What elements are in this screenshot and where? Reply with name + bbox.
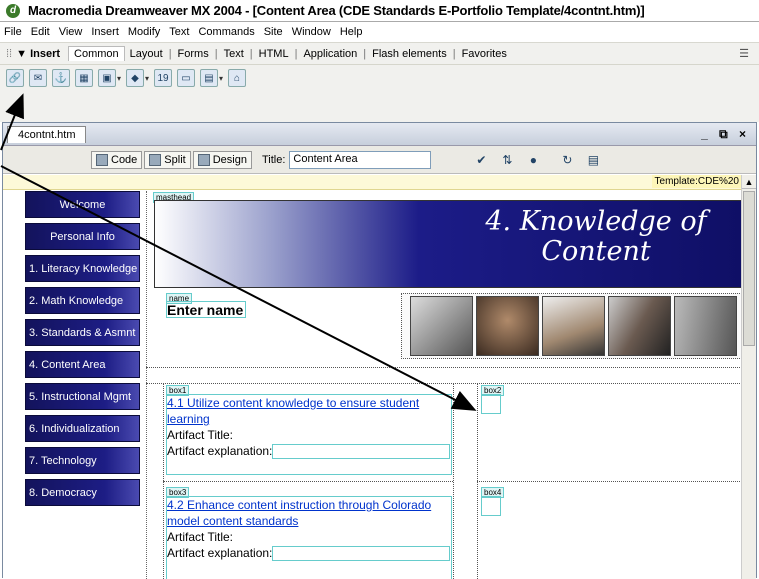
insert-tabs: ⁞⁞ ▼ Insert Common Layout | Forms | Text… xyxy=(0,43,759,65)
nav-item-standards[interactable]: 3. Standards & Asmnt xyxy=(25,319,140,346)
chevron-down-icon[interactable]: ▾ xyxy=(219,74,223,83)
menu-site[interactable]: Site xyxy=(264,26,283,38)
menu-modify[interactable]: Modify xyxy=(128,26,160,38)
menu-help[interactable]: Help xyxy=(340,26,363,38)
photo-student-reading xyxy=(674,296,737,356)
nav-item-democracy[interactable]: 8. Democracy xyxy=(25,479,140,506)
photo-strip xyxy=(401,293,742,359)
menu-window[interactable]: Window xyxy=(292,26,331,38)
template-icon[interactable]: ▤ xyxy=(200,69,219,87)
document-window: 4contnt.htm _ ⧉ × Code Split Design Titl… xyxy=(2,122,757,579)
menu-text[interactable]: Text xyxy=(169,26,189,38)
table-icon[interactable]: ▦ xyxy=(75,69,93,87)
design-view-button[interactable]: Design xyxy=(192,150,252,169)
box1-link[interactable]: 4.1 Utilize content knowledge to ensure … xyxy=(167,396,419,426)
named-anchor-icon[interactable]: ⚓ xyxy=(52,69,70,87)
tag-chooser-icon[interactable]: ⌂ xyxy=(228,69,247,87)
box3-explanation-field[interactable] xyxy=(272,546,451,562)
chevron-down-icon[interactable]: ▾ xyxy=(117,74,121,83)
code-view-button[interactable]: Code xyxy=(91,150,143,169)
hyperlink-icon[interactable]: 🔗 xyxy=(6,69,24,87)
tab-forms[interactable]: Forms xyxy=(173,47,214,61)
tab-application[interactable]: Application xyxy=(298,47,362,61)
box3-artifact-explanation: Artifact explanation: xyxy=(167,546,273,560)
split-icon xyxy=(149,153,162,166)
insert-bar: ⁞⁞ ▼ Insert Common Layout | Forms | Text… xyxy=(0,42,759,122)
photo-teacher-class xyxy=(542,296,605,356)
preview-browser-icon[interactable]: ● xyxy=(523,151,543,169)
masthead-title: 4. Knowledge of Content xyxy=(485,206,707,267)
nav-item-welcome[interactable]: Welcome xyxy=(25,191,140,218)
side-navigation: Welcome Personal Info 1. Literacy Knowle… xyxy=(25,191,140,511)
tab-favorites[interactable]: Favorites xyxy=(457,47,512,61)
dreamweaver-logo-icon: d xyxy=(6,3,20,18)
nav-item-technology[interactable]: 7. Technology xyxy=(25,447,140,474)
comment-icon[interactable]: ▭ xyxy=(177,69,196,87)
title-label: Title: xyxy=(261,153,286,166)
box1-artifact-explanation: Artifact explanation: xyxy=(167,444,273,458)
title-input[interactable]: Content Area xyxy=(289,150,432,169)
box4-region[interactable] xyxy=(481,496,501,516)
box3-link[interactable]: 4.2 Enhance content instruction through … xyxy=(167,498,431,528)
media-icon[interactable]: ◆ xyxy=(126,69,145,87)
photo-student-portrait xyxy=(476,296,539,356)
nav-item-content-area[interactable]: 4. Content Area xyxy=(25,351,140,378)
tab-layout[interactable]: Layout xyxy=(125,47,168,61)
vertical-scrollbar[interactable]: ▲ xyxy=(741,175,756,579)
nav-item-math[interactable]: 2. Math Knowledge xyxy=(25,287,140,314)
tab-html[interactable]: HTML xyxy=(254,47,294,61)
panel-options-icon[interactable]: ☰ xyxy=(739,47,749,60)
scrollbar-thumb[interactable] xyxy=(743,191,755,346)
box3-region: 4.2 Enhance content instruction through … xyxy=(167,497,451,562)
tab-flash-elements[interactable]: Flash elements xyxy=(367,47,452,61)
document-tab[interactable]: 4contnt.htm xyxy=(7,125,87,143)
photo-students-desk xyxy=(608,296,671,356)
window-controls[interactable]: _ ⧉ × xyxy=(701,127,750,142)
name-text: Enter name xyxy=(167,302,244,318)
title-bar: d Macromedia Dreamweaver MX 2004 - [Cont… xyxy=(0,0,759,22)
code-icon xyxy=(96,153,108,166)
template-bar: Template:CDE%20 xyxy=(3,175,742,190)
tab-text[interactable]: Text xyxy=(219,47,249,61)
window-title: Macromedia Dreamweaver MX 2004 - [Conten… xyxy=(28,3,645,18)
split-view-button[interactable]: Split xyxy=(144,150,191,169)
menu-commands[interactable]: Commands xyxy=(198,26,254,38)
validate-icon[interactable]: ✔ xyxy=(471,151,491,169)
box1-explanation-field[interactable] xyxy=(272,444,451,460)
box1-artifact-title: Artifact Title: xyxy=(167,428,234,442)
chevron-down-icon[interactable]: ▾ xyxy=(145,74,149,83)
insert-panel-toggle[interactable]: ▼ Insert xyxy=(16,48,60,60)
photo-student-computer xyxy=(410,296,473,356)
box2-region[interactable] xyxy=(481,394,501,414)
email-link-icon[interactable]: ✉ xyxy=(29,69,47,87)
document-tab-bar: 4contnt.htm _ ⧉ × xyxy=(3,123,756,146)
design-canvas[interactable]: Template:CDE%20 Welcome Personal Info 1.… xyxy=(3,175,742,579)
menu-bar: File Edit View Insert Modify Text Comman… xyxy=(0,22,759,42)
menu-file[interactable]: File xyxy=(4,26,22,38)
box1-region: 4.1 Utilize content knowledge to ensure … xyxy=(167,395,451,460)
view-options-icon[interactable]: ▤ xyxy=(583,151,603,169)
refresh-icon[interactable]: ↻ xyxy=(557,151,577,169)
design-icon xyxy=(197,153,210,166)
scroll-up-icon[interactable]: ▲ xyxy=(742,175,756,189)
menu-view[interactable]: View xyxy=(59,26,83,38)
nav-item-individualization[interactable]: 6. Individualization xyxy=(25,415,140,442)
tab-common[interactable]: Common xyxy=(68,46,125,61)
box3-artifact-title: Artifact Title: xyxy=(167,530,234,544)
nav-item-literacy[interactable]: 1. Literacy Knowledge xyxy=(25,255,140,282)
nav-item-personal-info[interactable]: Personal Info xyxy=(25,223,140,250)
menu-insert[interactable]: Insert xyxy=(91,26,119,38)
document-toolbar: Code Split Design Title: Content Area ✔ … xyxy=(3,146,756,174)
masthead-banner: 4. Knowledge of Content xyxy=(154,200,742,288)
date-icon[interactable]: 19 xyxy=(154,69,173,87)
nav-item-instructional[interactable]: 5. Instructional Mgmt xyxy=(25,383,140,410)
menu-edit[interactable]: Edit xyxy=(31,26,50,38)
insert-icons: 🔗 ✉ ⚓ ▦ ▣ ▾ ◆ ▾ 19 ▭ ▤ ▾ ⌂ xyxy=(0,65,759,91)
image-icon[interactable]: ▣ xyxy=(98,69,116,87)
file-management-icon[interactable]: ⇅ xyxy=(497,151,517,169)
grip-handle[interactable]: ⁞⁞ xyxy=(6,48,12,60)
name-region[interactable]: Enter name xyxy=(166,301,246,318)
template-label: Template:CDE%20 xyxy=(651,175,742,188)
